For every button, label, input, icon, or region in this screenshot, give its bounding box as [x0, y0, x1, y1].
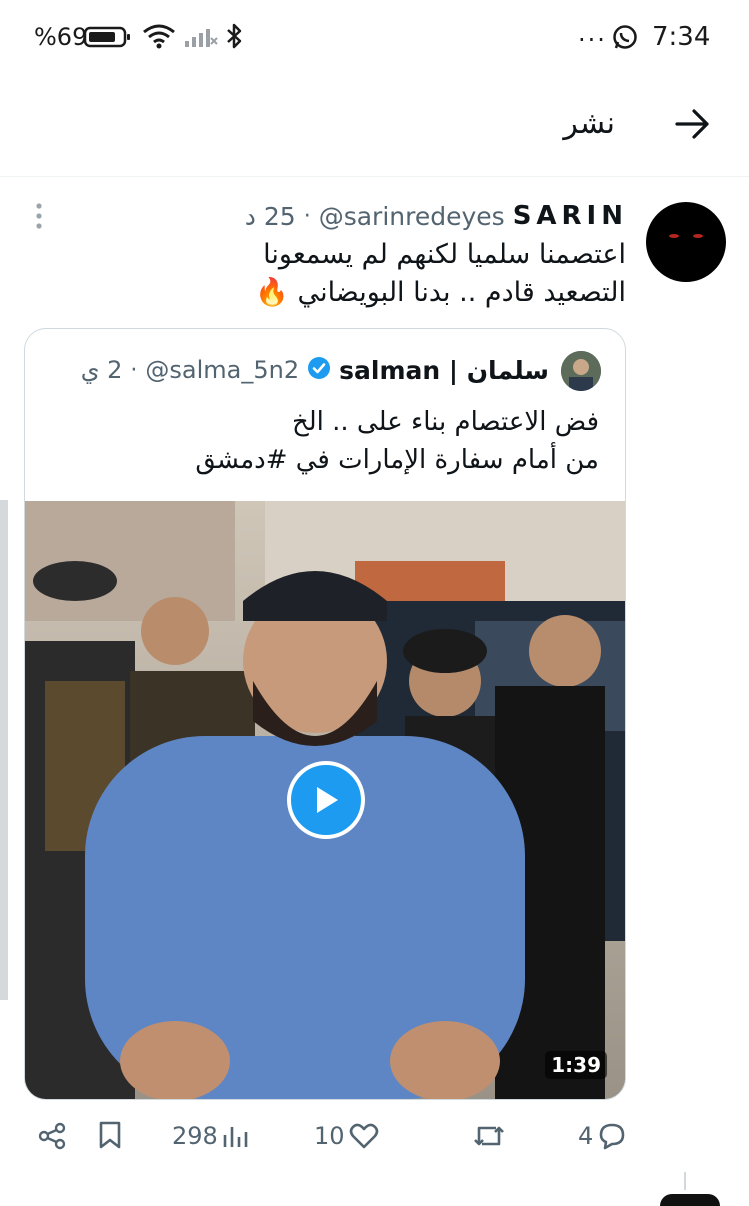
quote-separator: · [130, 357, 138, 383]
back-arrow-icon[interactable] [674, 108, 712, 144]
play-icon [317, 787, 338, 813]
tweet-line-1: اعتصمنا سلميا لكنهم لم يسمعونا [263, 239, 626, 270]
quote-avatar[interactable] [561, 351, 601, 391]
display-name[interactable]: SARIN [513, 201, 628, 231]
more-vertical-icon[interactable] [34, 202, 44, 236]
next-avatar-peek [660, 1194, 720, 1206]
battery-percent: %69 [34, 23, 88, 51]
bookmark-icon[interactable] [98, 1120, 122, 1154]
quote-body: فض الاعتصام بناء على .. الخ من أمام سفار… [45, 403, 599, 479]
video-player[interactable]: 1:39 [25, 501, 625, 1099]
more-indicator: ... [578, 19, 607, 47]
retweet-button[interactable] [468, 1122, 506, 1150]
share-icon[interactable] [38, 1122, 66, 1154]
views-label: 298 [172, 1122, 218, 1150]
views-count[interactable]: 298 [172, 1122, 250, 1150]
handle[interactable]: @sarinredeyes [319, 202, 505, 231]
like-icon [349, 1123, 378, 1149]
video-duration: 1:39 [545, 1051, 607, 1079]
likes-label: 10 [314, 1122, 345, 1150]
quote-handle[interactable]: @salma_5n2 [145, 356, 299, 384]
quote-timestamp[interactable]: 2 ي [81, 356, 123, 384]
reply-icon [599, 1123, 625, 1150]
timestamp[interactable]: 25 د [245, 202, 296, 231]
tweet-line-2: التصعيد قادم .. بدنا البويضاني 🔥 [255, 277, 626, 308]
tweet-meta: SARIN @sarinredeyes · 25 د [150, 198, 628, 234]
quote-line-2: من أمام سفارة الإمارات في #دمشق [195, 445, 599, 475]
signal-icon [184, 26, 218, 52]
quoted-tweet-card[interactable]: salman | سلمان @salma_5n2 · 2 ي فض الاعت… [24, 328, 626, 1100]
wifi-icon [142, 22, 176, 54]
page-title: نشر [563, 106, 615, 141]
clock: 7:34 [652, 22, 711, 52]
views-icon [223, 1127, 248, 1147]
separator: · [303, 203, 311, 229]
top-header: نشر [0, 72, 749, 177]
whatsapp-icon [612, 24, 638, 54]
reply-button[interactable]: 4 [578, 1122, 627, 1150]
scroll-indicator [684, 1172, 686, 1190]
like-button[interactable]: 10 [314, 1122, 379, 1150]
status-bar: %69 ... 7:34 [0, 0, 749, 72]
avatar[interactable] [646, 202, 726, 282]
quote-line-1: فض الاعتصام بناء على .. الخ [291, 407, 599, 437]
quote-display-name[interactable]: salman | سلمان [339, 356, 549, 385]
retweet-icon [474, 1126, 504, 1146]
quote-meta: salman | سلمان @salma_5n2 · 2 ي [45, 351, 549, 389]
verified-badge-icon [307, 356, 331, 384]
battery-icon [83, 26, 132, 52]
tweet-body: اعتصمنا سلميا لكنهم لم يسمعونا التصعيد ق… [150, 236, 626, 312]
replies-label: 4 [578, 1122, 594, 1150]
bluetooth-icon [224, 22, 244, 54]
action-bar: 298 10 4 [0, 1110, 749, 1164]
play-button[interactable] [287, 761, 365, 839]
